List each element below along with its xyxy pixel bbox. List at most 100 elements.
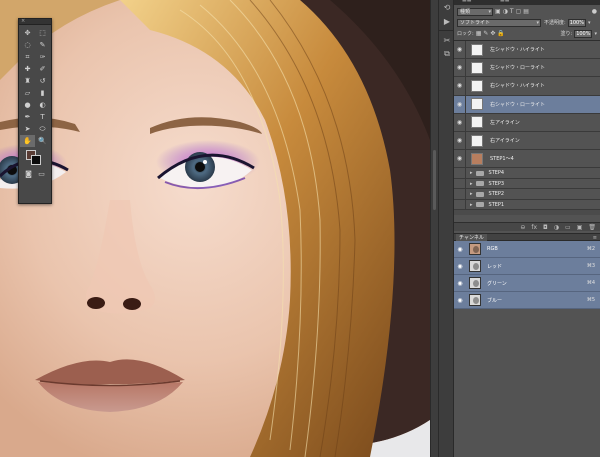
adjustment-layer-icon[interactable]: ◑ [554, 224, 559, 231]
pen-icon[interactable]: ✒ [20, 111, 35, 123]
close-icon[interactable]: × [21, 18, 25, 24]
delete-layer-icon[interactable]: 🗑 [588, 224, 596, 231]
layer-row[interactable]: ◉ 右アイライン [454, 131, 600, 151]
filter-smart-icon[interactable]: ▤ [523, 8, 529, 15]
visibility-eye-icon[interactable]: ◉ [454, 189, 466, 199]
group-name: STEP3 [488, 180, 505, 187]
filter-adjust-icon[interactable]: ◑ [503, 8, 508, 15]
channel-shortcut: ⌘5 [586, 297, 595, 303]
visibility-eye-icon[interactable]: ◉ [454, 77, 466, 95]
layer-group-row[interactable]: ◉ ▸ STEP4 [454, 168, 600, 179]
actions-icon[interactable]: ▶ [439, 14, 455, 28]
tools-panel-header[interactable]: × [19, 18, 51, 25]
blend-mode-dropdown[interactable]: ソフトライト [457, 18, 541, 27]
crop-icon[interactable]: ⌗ [20, 51, 35, 63]
document-canvas[interactable] [0, 0, 430, 457]
layer-group-row[interactable]: ◉ ▸ STEP2 [454, 189, 600, 200]
eyedropper-icon[interactable]: ✑ [35, 51, 50, 63]
layer-row[interactable]: ◉ 左アイライン [454, 113, 600, 132]
visibility-eye-icon[interactable]: ◉ [454, 199, 466, 210]
layer-row[interactable]: ◉ 右シャドウ・ローライト [454, 95, 600, 114]
layer-row[interactable]: ◉ 左シャドウ・ハイライト [454, 41, 600, 60]
tab-paths[interactable]: ▬▬ [500, 0, 509, 4]
brush-icon[interactable]: ✐ [35, 63, 50, 75]
filter-row: 種類 ▣ ◑ T ▢ ▤ ● [454, 6, 600, 17]
ellipse-shape-icon[interactable]: ⬭ [35, 123, 50, 135]
scrollbar-thumb[interactable] [433, 150, 436, 210]
quick-mask-icon[interactable]: ◙ [25, 170, 32, 178]
channel-thumbnail [469, 294, 481, 306]
visibility-eye-icon[interactable]: ◉ [454, 168, 466, 178]
channel-row[interactable]: ◉ RGB ⌘2 [454, 241, 600, 258]
layer-row[interactable]: ◉ STEP1〜4 [454, 150, 600, 169]
healing-brush-icon[interactable]: ✚ [20, 63, 35, 75]
lock-pixels-icon[interactable]: ✎ [483, 30, 488, 37]
visibility-eye-icon[interactable]: ◉ [454, 297, 466, 304]
eraser-icon[interactable]: ▱ [20, 87, 35, 99]
screen-mode-icon[interactable]: ▭ [38, 170, 45, 178]
gradient-icon[interactable]: ▮ [35, 87, 50, 99]
visibility-eye-icon[interactable]: ◉ [454, 263, 466, 270]
filter-toggle-icon[interactable]: ● [592, 8, 597, 15]
marquee-icon[interactable]: ⬚ [35, 27, 50, 39]
layer-mask-icon[interactable]: ◘ [543, 224, 548, 231]
new-group-icon[interactable]: ▭ [565, 224, 571, 231]
clone-source-icon[interactable]: ⧉ [439, 47, 455, 61]
channel-row[interactable]: ◉ グリーン ⌘4 [454, 275, 600, 292]
expand-arrow-icon[interactable]: ▸ [470, 181, 473, 187]
visibility-eye-icon[interactable]: ◉ [454, 178, 466, 189]
path-select-icon[interactable]: ➤ [20, 123, 35, 135]
history-icon[interactable]: ⟲ [439, 0, 455, 14]
tab-layers[interactable]: ▬▬ [462, 0, 471, 4]
channel-name: ブルー [487, 297, 503, 304]
expand-arrow-icon[interactable]: ▸ [470, 191, 473, 197]
panel-tabs[interactable]: ▬▬ ▬▬ [454, 0, 600, 5]
opacity-chevron-icon[interactable]: ▾ [588, 20, 591, 26]
visibility-eye-icon[interactable]: ◉ [454, 59, 466, 77]
visibility-eye-icon[interactable]: ◉ [454, 150, 466, 168]
filter-image-icon[interactable]: ▣ [495, 8, 501, 15]
blur-icon[interactable]: ● [20, 99, 35, 111]
lasso-icon[interactable]: ◌ [20, 39, 35, 51]
fill-field[interactable]: 100% [574, 29, 593, 38]
lock-position-icon[interactable]: ✥ [490, 30, 495, 37]
filter-kind-dropdown[interactable]: 種類 [457, 7, 493, 16]
channel-row[interactable]: ◉ ブルー ⌘5 [454, 292, 600, 309]
lock-all-icon[interactable]: 🔒 [497, 30, 504, 37]
visibility-eye-icon[interactable]: ◉ [454, 95, 466, 113]
layer-group-row[interactable]: ◉ ▸ STEP3 [454, 178, 600, 190]
filter-type-icon[interactable]: T [510, 8, 514, 15]
move-icon[interactable]: ✥ [20, 27, 35, 39]
background-color-swatch[interactable] [31, 155, 41, 165]
hand-icon[interactable]: ✋ [20, 135, 35, 147]
tool-presets-icon[interactable]: ✂ [439, 33, 455, 47]
channel-row[interactable]: ◉ レッド ⌘3 [454, 258, 600, 275]
new-layer-icon[interactable]: ▣ [577, 224, 583, 231]
clone-stamp-icon[interactable]: ♜ [20, 75, 35, 87]
visibility-eye-icon[interactable]: ◉ [454, 280, 466, 287]
zoom-icon[interactable]: 🔍 [35, 135, 50, 147]
type-icon[interactable]: T [35, 111, 50, 123]
canvas-scrollbar[interactable] [430, 0, 438, 457]
expand-arrow-icon[interactable]: ▸ [470, 202, 473, 208]
layer-group-row[interactable]: ◉ ▸ STEP1 [454, 199, 600, 211]
visibility-eye-icon[interactable]: ◉ [454, 131, 466, 150]
fill-label: 塗り: [560, 31, 573, 37]
visibility-eye-icon[interactable]: ◉ [454, 113, 466, 131]
dodge-icon[interactable]: ◐ [35, 99, 50, 111]
fill-chevron-icon[interactable]: ▾ [594, 31, 597, 37]
filter-shape-icon[interactable]: ▢ [516, 8, 522, 15]
quick-select-icon[interactable]: ✎ [35, 39, 50, 51]
channel-thumbnail [469, 243, 481, 255]
lock-transparent-icon[interactable]: ▦ [476, 30, 482, 37]
expand-arrow-icon[interactable]: ▸ [470, 170, 473, 176]
layer-row[interactable]: ◉ 左シャドウ・ローライト [454, 59, 600, 78]
layer-row[interactable]: ◉ 右シャドウ・ハイライト [454, 77, 600, 96]
tools-panel: × ✥ ⬚ ◌ ✎ ⌗ ✑ ✚ ✐ ♜ ↺ ▱ ▮ ● ◐ ✒ T ➤ ⬭ ✋ 🔍 ◙ ▭ [18, 18, 52, 204]
opacity-field[interactable]: 100% [567, 18, 586, 27]
link-layers-icon[interactable]: ⊖ [520, 224, 525, 231]
history-brush-icon[interactable]: ↺ [35, 75, 50, 87]
visibility-eye-icon[interactable]: ◉ [454, 246, 466, 253]
visibility-eye-icon[interactable]: ◉ [454, 41, 466, 59]
layer-style-icon[interactable]: fx [531, 224, 537, 231]
